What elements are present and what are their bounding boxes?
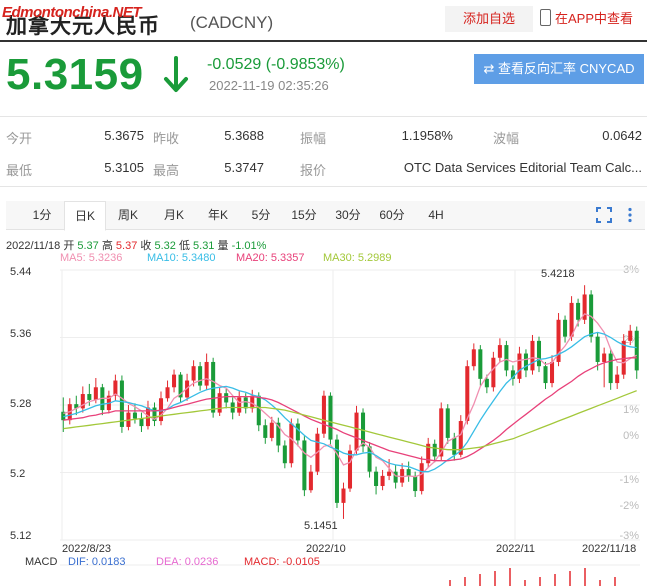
candle-body	[374, 471, 379, 486]
candle-body	[204, 361, 209, 386]
candle-body	[608, 353, 613, 384]
macd-label: MACD	[25, 556, 58, 568]
candle-body	[341, 488, 346, 503]
candle-body	[132, 412, 137, 419]
candle-body	[93, 387, 98, 400]
candle-body	[543, 366, 548, 384]
candle-body	[282, 445, 287, 464]
candle-body	[119, 380, 124, 427]
candle-body	[347, 450, 353, 489]
candle-body	[302, 440, 307, 491]
candle-body	[628, 330, 633, 341]
candle-body	[237, 397, 242, 413]
candle-body	[576, 302, 581, 320]
candle-body	[491, 357, 496, 388]
candle-body	[269, 422, 274, 438]
candle-body	[165, 387, 170, 399]
candle-body	[321, 395, 326, 434]
candle-body	[328, 395, 333, 440]
candle-body	[595, 336, 600, 362]
candle-body	[517, 353, 522, 379]
candle-body	[634, 330, 639, 371]
candle-body	[198, 366, 203, 386]
candle-body	[217, 393, 222, 413]
candle-body	[413, 475, 418, 492]
candle-body	[478, 349, 483, 379]
candle-body	[530, 340, 535, 371]
candle-body	[295, 423, 300, 441]
min-price-label: 5.1451	[304, 520, 338, 532]
watermark: Edmontonchina.NET	[2, 4, 142, 21]
max-price-label: 5.4218	[541, 268, 575, 280]
macd-dea: DEA: 0.0236	[156, 556, 219, 568]
candle-body	[256, 395, 261, 426]
candle-body	[602, 353, 607, 362]
x-tick-label: 2022/11	[496, 543, 535, 555]
x-tick-label: 2022/11/18	[582, 543, 637, 555]
candle-body	[308, 471, 313, 491]
candle-body	[484, 378, 489, 388]
candle-body	[563, 319, 568, 337]
candle-body	[471, 349, 476, 367]
candle-body	[419, 463, 424, 492]
candle-body	[536, 340, 542, 367]
candle-body	[224, 393, 229, 403]
candle-body	[504, 345, 509, 371]
candle-body	[615, 374, 620, 384]
candle-body	[354, 412, 359, 451]
candlestick-chart[interactable]	[0, 0, 647, 586]
candle-body	[250, 395, 255, 409]
candle-body	[445, 408, 450, 438]
candle-body	[550, 361, 555, 384]
candle-body	[452, 437, 457, 455]
candle-body	[432, 443, 437, 457]
candle-body	[263, 425, 268, 438]
candle-body	[380, 475, 385, 486]
candle-body	[289, 423, 294, 464]
candle-body	[139, 418, 144, 427]
candle-body	[387, 471, 392, 476]
macd-value: MACD: -0.0105	[244, 556, 320, 568]
candle-body	[465, 366, 470, 422]
x-tick-label: 2022/8/23	[62, 543, 111, 555]
x-tick-label: 2022/10	[306, 543, 346, 555]
macd-dif: DIF: 0.0183	[68, 556, 126, 568]
candle-body	[406, 469, 411, 476]
candle-body	[87, 394, 92, 400]
candle-body	[497, 345, 502, 358]
candle-body	[191, 366, 196, 381]
candle-body	[243, 397, 248, 409]
candle-body	[172, 374, 177, 388]
